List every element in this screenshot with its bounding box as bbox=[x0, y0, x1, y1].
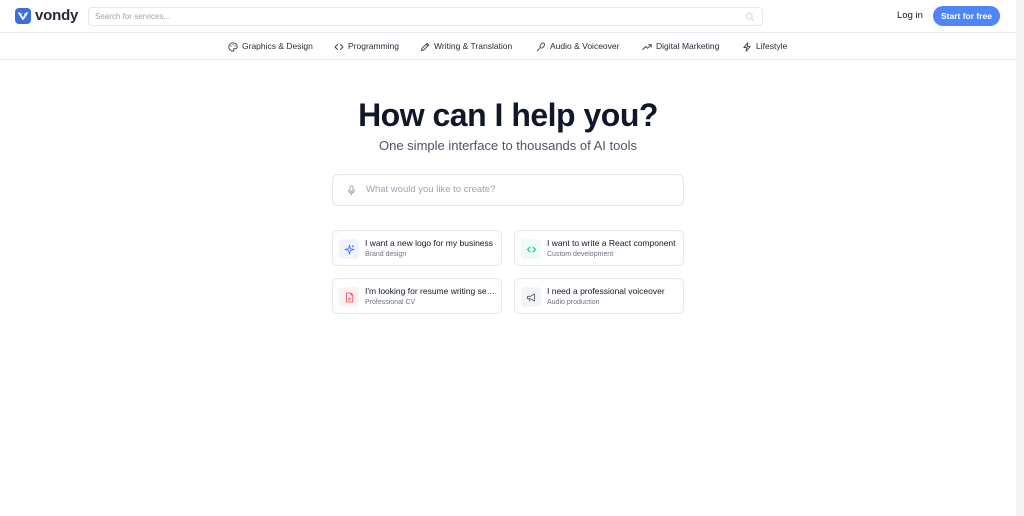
microphone-icon[interactable] bbox=[347, 185, 356, 196]
category-digital-marketing[interactable]: Digital Marketing bbox=[642, 41, 719, 52]
logo-mark-icon bbox=[15, 8, 31, 24]
category-graphics-design[interactable]: Graphics & Design bbox=[228, 41, 313, 52]
suggestion-subtitle: Brand design bbox=[365, 251, 407, 258]
document-icon bbox=[339, 287, 359, 307]
prompt-input[interactable] bbox=[366, 184, 666, 195]
category-programming[interactable]: Programming bbox=[334, 41, 399, 52]
category-label: Digital Marketing bbox=[656, 41, 720, 51]
page-scrollbar[interactable] bbox=[1016, 0, 1024, 516]
category-lifestyle[interactable]: Lifestyle bbox=[742, 41, 787, 52]
microphone-icon bbox=[536, 42, 546, 51]
suggestion-title: I'm looking for resume writing services bbox=[365, 286, 497, 296]
header-search[interactable] bbox=[88, 7, 763, 26]
suggestion-subtitle: Professional CV bbox=[365, 299, 416, 306]
vondy-logo[interactable]: vondy bbox=[15, 8, 78, 24]
top-header: vondy Log in Start for free bbox=[0, 0, 1024, 33]
page-subtitle: One simple interface to thousands of AI … bbox=[379, 138, 637, 153]
login-link[interactable]: Log in bbox=[897, 10, 923, 22]
category-writing-translation[interactable]: Writing & Translation bbox=[420, 41, 512, 52]
prompt-box[interactable] bbox=[332, 174, 684, 206]
suggestion-card-react[interactable]: I want to write a React component Custom… bbox=[514, 230, 684, 266]
logo-text: vondy bbox=[35, 7, 79, 24]
palette-icon bbox=[228, 41, 238, 52]
suggestion-subtitle: Audio production bbox=[547, 299, 600, 306]
category-audio-voiceover[interactable]: Audio & Voiceover bbox=[536, 41, 619, 52]
suggestion-title: I want to write a React component bbox=[547, 238, 676, 248]
category-label: Audio & Voiceover bbox=[550, 41, 620, 51]
pen-icon bbox=[421, 42, 430, 51]
category-label: Programming bbox=[348, 41, 400, 51]
lightning-icon bbox=[743, 41, 751, 52]
search-icon[interactable] bbox=[745, 12, 755, 22]
sparkles-icon bbox=[339, 239, 359, 259]
category-label: Lifestyle bbox=[756, 41, 788, 51]
suggestion-card-logo[interactable]: I want a new logo for my business Brand … bbox=[332, 230, 502, 266]
suggestion-card-voiceover[interactable]: I need a professional voiceover Audio pr… bbox=[514, 278, 684, 314]
suggestion-card-resume[interactable]: I'm looking for resume writing services … bbox=[332, 278, 502, 314]
suggestion-subtitle: Custom development bbox=[547, 251, 614, 258]
suggestion-title: I need a professional voiceover bbox=[547, 286, 665, 296]
megaphone-icon bbox=[521, 287, 541, 307]
search-input[interactable] bbox=[95, 12, 735, 21]
category-label: Writing & Translation bbox=[434, 41, 513, 51]
trending-up-icon bbox=[642, 43, 652, 50]
category-label: Graphics & Design bbox=[242, 41, 313, 51]
category-nav: Graphics & Design Programming Writing & … bbox=[0, 33, 1024, 60]
start-for-free-button[interactable]: Start for free bbox=[933, 6, 1000, 26]
code-icon bbox=[521, 239, 541, 259]
code-icon bbox=[334, 43, 344, 50]
page-title: How can I help you? bbox=[358, 97, 658, 133]
suggestion-title: I want a new logo for my business bbox=[365, 238, 494, 248]
